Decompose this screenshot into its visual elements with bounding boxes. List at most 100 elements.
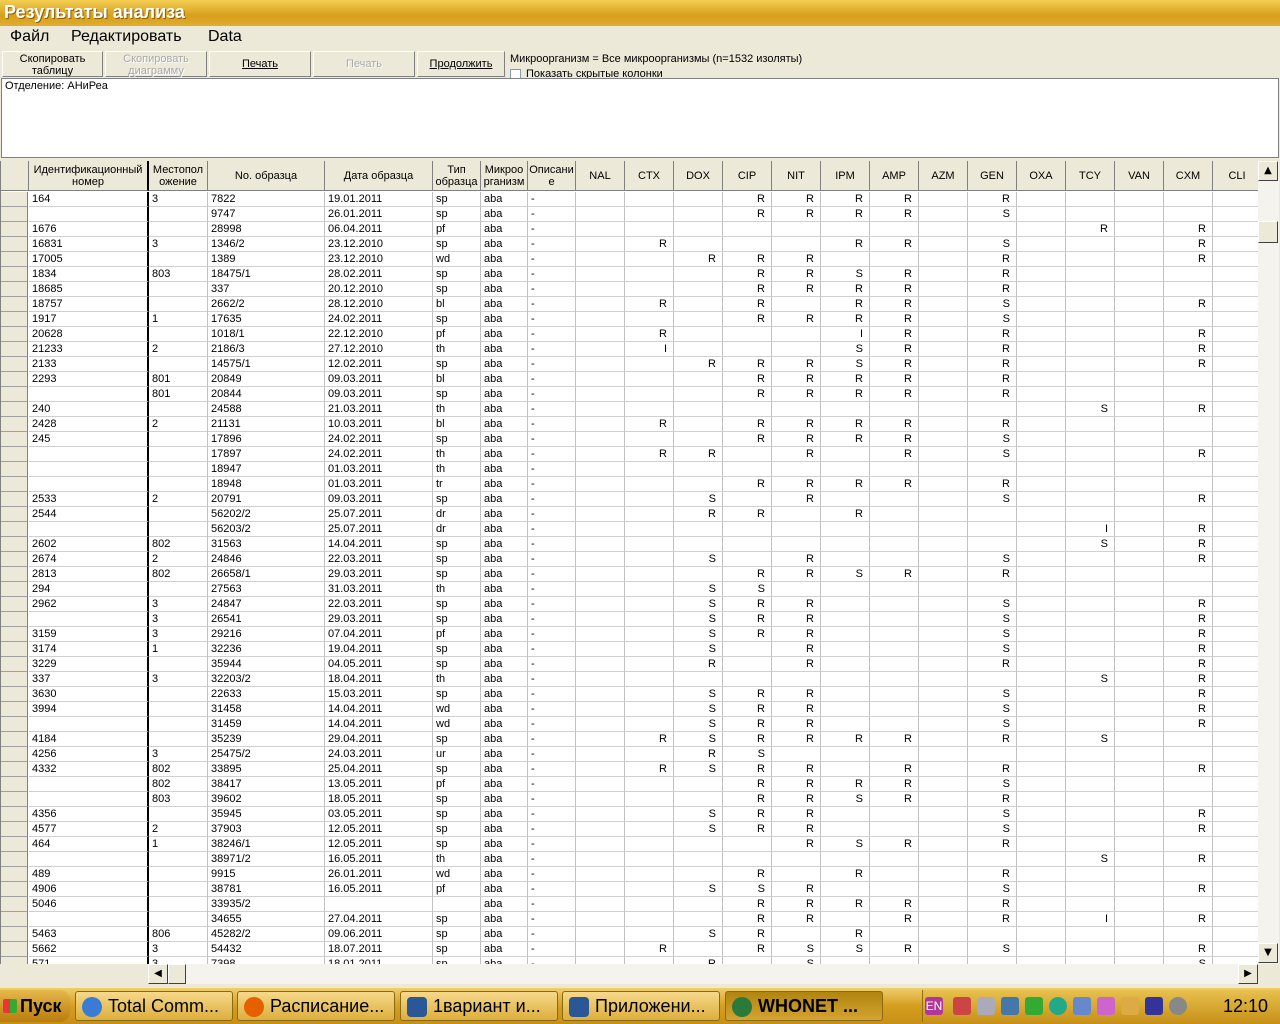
- table-cell[interactable]: aba: [481, 702, 528, 717]
- table-cell[interactable]: [919, 822, 968, 837]
- table-cell[interactable]: [870, 717, 919, 732]
- table-cell[interactable]: R: [1164, 402, 1213, 417]
- table-cell[interactable]: [1164, 417, 1213, 432]
- table-cell[interactable]: R: [821, 432, 870, 447]
- table-cell[interactable]: 1: [149, 312, 208, 327]
- table-cell[interactable]: [576, 642, 625, 657]
- table-row[interactable]: 2293 801 20849 09.03.2011 bl aba - R R R R R: [1, 372, 1258, 387]
- table-cell[interactable]: 31563: [208, 537, 325, 552]
- table-cell[interactable]: S: [968, 717, 1017, 732]
- table-cell[interactable]: [919, 672, 968, 687]
- table-cell[interactable]: [1213, 822, 1258, 837]
- table-cell[interactable]: [29, 477, 149, 492]
- table-cell[interactable]: [1017, 852, 1066, 867]
- table-cell[interactable]: aba: [481, 492, 528, 507]
- table-cell[interactable]: R: [723, 372, 772, 387]
- table-cell[interactable]: [1017, 912, 1066, 927]
- table-cell[interactable]: [1164, 927, 1213, 942]
- table-cell[interactable]: 1: [149, 642, 208, 657]
- table-cell[interactable]: 06.04.2011: [325, 222, 433, 237]
- table-cell[interactable]: -: [528, 477, 576, 492]
- table-cell[interactable]: [1115, 387, 1164, 402]
- table-cell[interactable]: aba: [481, 852, 528, 867]
- table-cell[interactable]: [919, 627, 968, 642]
- table-cell[interactable]: R: [870, 897, 919, 912]
- table-cell[interactable]: [674, 312, 723, 327]
- table-cell[interactable]: [919, 282, 968, 297]
- table-cell[interactable]: [1066, 297, 1115, 312]
- table-cell[interactable]: 16831: [29, 237, 149, 252]
- table-cell[interactable]: 38417: [208, 777, 325, 792]
- table-cell[interactable]: [149, 462, 208, 477]
- table-cell[interactable]: [723, 237, 772, 252]
- table-cell[interactable]: 38971/2: [208, 852, 325, 867]
- column-header[interactable]: Описани е: [528, 161, 576, 191]
- table-cell[interactable]: R: [1164, 357, 1213, 372]
- table-cell[interactable]: [919, 642, 968, 657]
- table-cell[interactable]: [149, 657, 208, 672]
- table-cell[interactable]: 25.04.2011: [325, 762, 433, 777]
- table-cell[interactable]: [1213, 582, 1258, 597]
- table-cell[interactable]: [919, 942, 968, 957]
- table-cell[interactable]: R: [870, 312, 919, 327]
- table-cell[interactable]: [919, 447, 968, 462]
- row-selector[interactable]: [1, 852, 28, 867]
- table-cell[interactable]: -: [528, 612, 576, 627]
- table-cell[interactable]: aba: [481, 567, 528, 582]
- table-cell[interactable]: [1213, 567, 1258, 582]
- table-cell[interactable]: 29216: [208, 627, 325, 642]
- row-selector[interactable]: [1, 912, 28, 927]
- row-selector[interactable]: [1, 807, 28, 822]
- table-cell[interactable]: sp: [433, 837, 481, 852]
- table-cell[interactable]: R: [968, 867, 1017, 882]
- column-header[interactable]: GEN: [968, 161, 1017, 191]
- table-cell[interactable]: 2133: [29, 357, 149, 372]
- table-cell[interactable]: S: [968, 822, 1017, 837]
- table-cell[interactable]: [1066, 432, 1115, 447]
- table-cell[interactable]: S: [968, 882, 1017, 897]
- table-cell[interactable]: [149, 717, 208, 732]
- table-cell[interactable]: [870, 462, 919, 477]
- table-cell[interactable]: [674, 222, 723, 237]
- table-cell[interactable]: 38781: [208, 882, 325, 897]
- table-cell[interactable]: sp: [433, 807, 481, 822]
- table-cell[interactable]: [1017, 927, 1066, 942]
- table-cell[interactable]: 3: [149, 672, 208, 687]
- table-cell[interactable]: R: [821, 312, 870, 327]
- table-cell[interactable]: [625, 462, 674, 477]
- table-cell[interactable]: R: [1164, 852, 1213, 867]
- tray-skype-icon[interactable]: [1049, 997, 1067, 1015]
- table-cell[interactable]: 09.03.2011: [325, 372, 433, 387]
- table-cell[interactable]: 17635: [208, 312, 325, 327]
- table-cell[interactable]: [1213, 447, 1258, 462]
- table-cell[interactable]: [29, 777, 149, 792]
- table-cell[interactable]: [821, 222, 870, 237]
- table-cell[interactable]: sp: [433, 762, 481, 777]
- table-cell[interactable]: [1066, 657, 1115, 672]
- table-cell[interactable]: R: [723, 612, 772, 627]
- table-cell[interactable]: th: [433, 342, 481, 357]
- table-cell[interactable]: [919, 402, 968, 417]
- row-selector[interactable]: [1, 792, 28, 807]
- table-cell[interactable]: R: [772, 267, 821, 282]
- table-cell[interactable]: [576, 957, 625, 964]
- column-header[interactable]: VAN: [1115, 161, 1164, 191]
- table-cell[interactable]: [1213, 852, 1258, 867]
- table-cell[interactable]: 21233: [29, 342, 149, 357]
- table-cell[interactable]: [625, 372, 674, 387]
- table-cell[interactable]: 2813: [29, 567, 149, 582]
- table-row[interactable]: 38971/2 16.05.2011 th aba - S R: [1, 852, 1258, 867]
- table-cell[interactable]: [919, 222, 968, 237]
- table-cell[interactable]: 18.04.2011: [325, 672, 433, 687]
- table-cell[interactable]: S: [674, 882, 723, 897]
- table-cell[interactable]: sp: [433, 732, 481, 747]
- table-cell[interactable]: S: [674, 807, 723, 822]
- table-cell[interactable]: aba: [481, 447, 528, 462]
- table-cell[interactable]: [723, 447, 772, 462]
- table-cell[interactable]: [968, 852, 1017, 867]
- table-cell[interactable]: -: [528, 702, 576, 717]
- table-cell[interactable]: [919, 882, 968, 897]
- table-cell[interactable]: 04.05.2011: [325, 657, 433, 672]
- table-cell[interactable]: -: [528, 942, 576, 957]
- table-cell[interactable]: [576, 492, 625, 507]
